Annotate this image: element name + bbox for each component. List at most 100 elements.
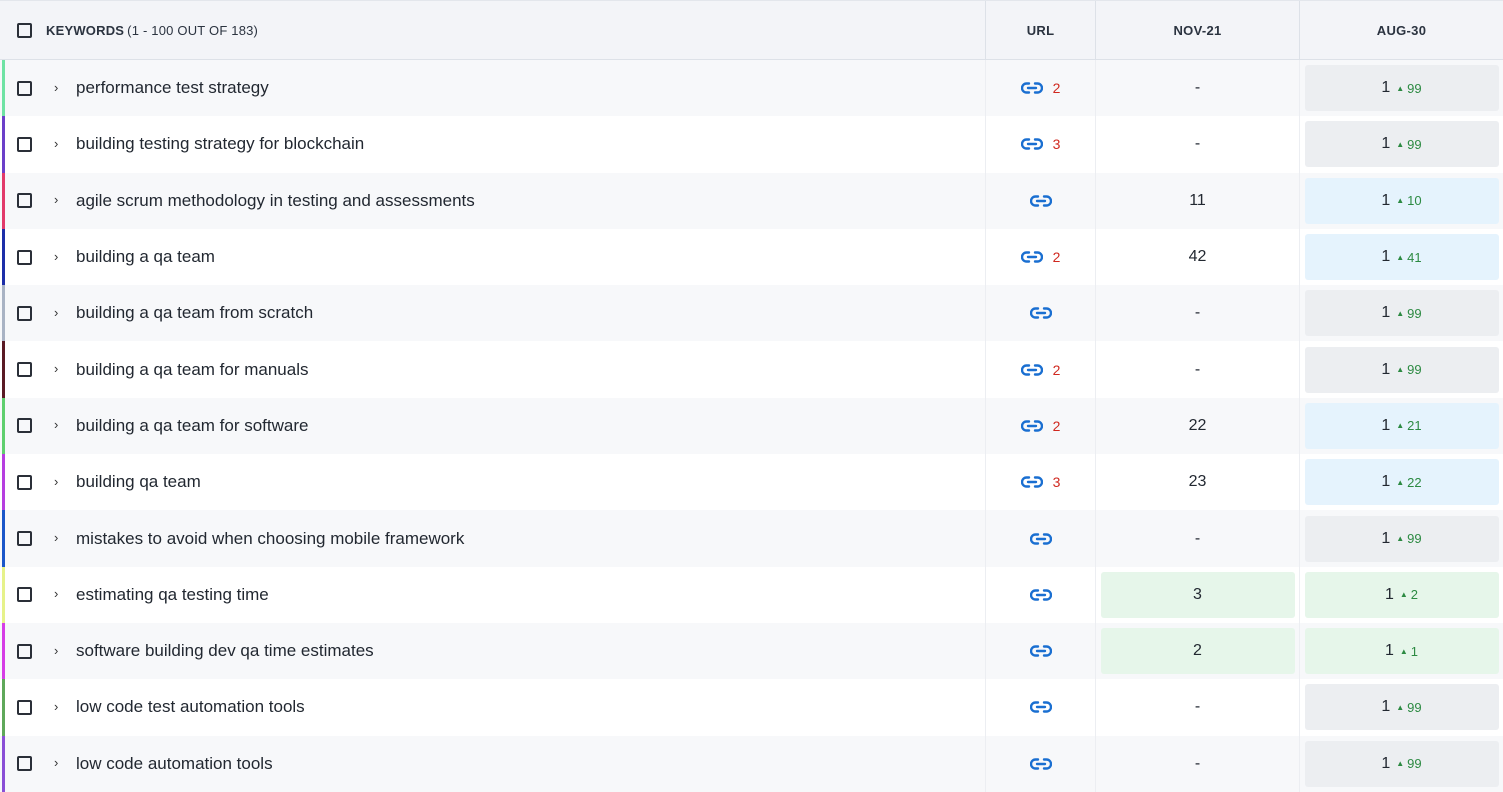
- row-checkbox[interactable]: [17, 249, 32, 265]
- select-all-checkbox[interactable]: [17, 22, 32, 38]
- link-icon[interactable]: [1029, 700, 1052, 714]
- chevron-right-icon[interactable]: ›: [54, 136, 66, 151]
- url-cell: [985, 172, 1095, 229]
- link-icon[interactable]: [1020, 363, 1043, 377]
- link-icon[interactable]: [1020, 475, 1043, 489]
- chevron-right-icon[interactable]: ›: [54, 361, 66, 376]
- position-change-value: 99: [1407, 136, 1422, 152]
- nov-position: 42: [1188, 248, 1207, 266]
- link-icon[interactable]: [1029, 757, 1052, 771]
- link-icon[interactable]: [1020, 419, 1043, 433]
- aug-position-box[interactable]: 1 ▲ 21: [1304, 402, 1499, 449]
- link-icon[interactable]: [1029, 306, 1052, 320]
- keyword-text[interactable]: building qa team: [76, 472, 201, 492]
- aug-position-box[interactable]: 1 ▲ 1: [1304, 628, 1499, 675]
- header-url[interactable]: URL: [985, 1, 1095, 59]
- link-icon[interactable]: [1020, 81, 1043, 95]
- aug-cell: 1 ▲ 41: [1299, 228, 1503, 286]
- header-keywords-label[interactable]: KEYWORDS (1 - 100 OUT OF 183): [46, 23, 258, 38]
- header-nov-label: NOV-21: [1173, 22, 1222, 38]
- chevron-right-icon[interactable]: ›: [54, 192, 66, 207]
- aug-position: 1: [1381, 754, 1391, 772]
- chevron-right-icon[interactable]: ›: [54, 755, 66, 770]
- row-checkbox[interactable]: [17, 643, 32, 659]
- table-row: › building a qa team 2 42 1 ▲ 41: [0, 228, 1503, 286]
- nov-position-box: 3: [1100, 571, 1295, 618]
- chevron-right-icon[interactable]: ›: [54, 417, 66, 432]
- url-cell: 2: [985, 397, 1095, 455]
- row-checkbox[interactable]: [17, 362, 32, 378]
- table-row: › low code automation tools - 1 ▲ 99: [0, 735, 1503, 792]
- aug-position-box[interactable]: 1 ▲ 41: [1304, 234, 1499, 281]
- row-checkbox[interactable]: [17, 531, 32, 547]
- row-checkbox[interactable]: [17, 193, 32, 209]
- aug-position-box[interactable]: 1 ▲ 10: [1304, 177, 1499, 224]
- url-count[interactable]: 2: [1053, 418, 1061, 434]
- aug-position-box[interactable]: 1 ▲ 22: [1304, 459, 1499, 506]
- chevron-right-icon[interactable]: ›: [54, 474, 66, 489]
- aug-position: 1: [1384, 642, 1394, 660]
- chevron-right-icon[interactable]: ›: [54, 249, 66, 264]
- aug-position-box[interactable]: 1 ▲ 2: [1304, 571, 1499, 618]
- nov-position: -: [1194, 754, 1201, 772]
- link-icon[interactable]: [1029, 532, 1052, 546]
- link-icon[interactable]: [1020, 250, 1043, 264]
- url-count[interactable]: 3: [1053, 474, 1061, 490]
- keyword-text[interactable]: building a qa team for manuals: [76, 360, 308, 380]
- aug-position: 1: [1381, 248, 1391, 266]
- keyword-color-bar: [2, 735, 5, 792]
- row-checkbox[interactable]: [17, 136, 32, 152]
- position-change-value: 99: [1407, 756, 1422, 772]
- url-count[interactable]: 2: [1053, 362, 1061, 378]
- row-checkbox[interactable]: [17, 80, 32, 96]
- url-count[interactable]: 2: [1053, 249, 1061, 265]
- position-change: ▲ 22: [1396, 475, 1421, 490]
- url-count[interactable]: 3: [1053, 136, 1061, 152]
- chevron-right-icon[interactable]: ›: [54, 699, 66, 714]
- keyword-text[interactable]: estimating qa testing time: [76, 585, 269, 605]
- row-checkbox[interactable]: [17, 474, 32, 490]
- header-aug-label: AUG-30: [1376, 22, 1427, 38]
- aug-position-box[interactable]: 1 ▲ 99: [1304, 346, 1499, 393]
- chevron-right-icon[interactable]: ›: [54, 530, 66, 545]
- position-change: ▲ 21: [1396, 418, 1421, 433]
- link-icon[interactable]: [1029, 194, 1052, 208]
- aug-position-box[interactable]: 1 ▲ 99: [1304, 65, 1499, 112]
- caret-up-icon: ▲: [1396, 196, 1405, 206]
- aug-position-box[interactable]: 1 ▲ 99: [1304, 684, 1499, 731]
- keyword-text[interactable]: mistakes to avoid when choosing mobile f…: [76, 529, 464, 549]
- chevron-right-icon[interactable]: ›: [54, 80, 66, 95]
- row-checkbox[interactable]: [17, 305, 32, 321]
- row-checkbox[interactable]: [17, 587, 32, 603]
- link-icon[interactable]: [1020, 137, 1043, 151]
- header-nov-21[interactable]: NOV-21: [1095, 1, 1299, 59]
- keyword-text[interactable]: low code automation tools: [76, 754, 273, 774]
- position-change-value: 99: [1407, 531, 1422, 547]
- keyword-text[interactable]: building a qa team: [76, 247, 215, 267]
- chevron-right-icon[interactable]: ›: [54, 305, 66, 320]
- aug-position-box[interactable]: 1 ▲ 99: [1304, 290, 1499, 337]
- nov-cell: -: [1095, 285, 1299, 342]
- position-change: ▲ 99: [1396, 362, 1421, 377]
- chevron-right-icon[interactable]: ›: [54, 643, 66, 658]
- keyword-text[interactable]: performance test strategy: [76, 78, 269, 98]
- header-aug-30[interactable]: AUG-30: [1299, 1, 1503, 59]
- url-cell: 3: [985, 454, 1095, 511]
- row-checkbox[interactable]: [17, 699, 32, 715]
- nov-position: 2: [1193, 642, 1202, 660]
- keyword-text[interactable]: low code test automation tools: [76, 697, 305, 717]
- nov-cell: 23: [1095, 454, 1299, 511]
- keyword-text[interactable]: agile scrum methodology in testing and a…: [76, 191, 475, 211]
- keyword-text[interactable]: software building dev qa time estimates: [76, 641, 374, 661]
- row-checkbox[interactable]: [17, 756, 32, 772]
- keyword-text[interactable]: building testing strategy for blockchain: [76, 134, 364, 154]
- chevron-right-icon[interactable]: ›: [54, 586, 66, 601]
- link-icon[interactable]: [1029, 644, 1052, 658]
- url-count[interactable]: 2: [1053, 80, 1061, 96]
- aug-position-box[interactable]: 1 ▲ 99: [1304, 121, 1499, 168]
- link-icon[interactable]: [1029, 588, 1052, 602]
- aug-position-box[interactable]: 1 ▲ 99: [1304, 515, 1499, 562]
- keyword-text[interactable]: building a qa team from scratch: [76, 303, 313, 323]
- keyword-text[interactable]: building a qa team for software: [76, 416, 308, 436]
- row-checkbox[interactable]: [17, 418, 32, 434]
